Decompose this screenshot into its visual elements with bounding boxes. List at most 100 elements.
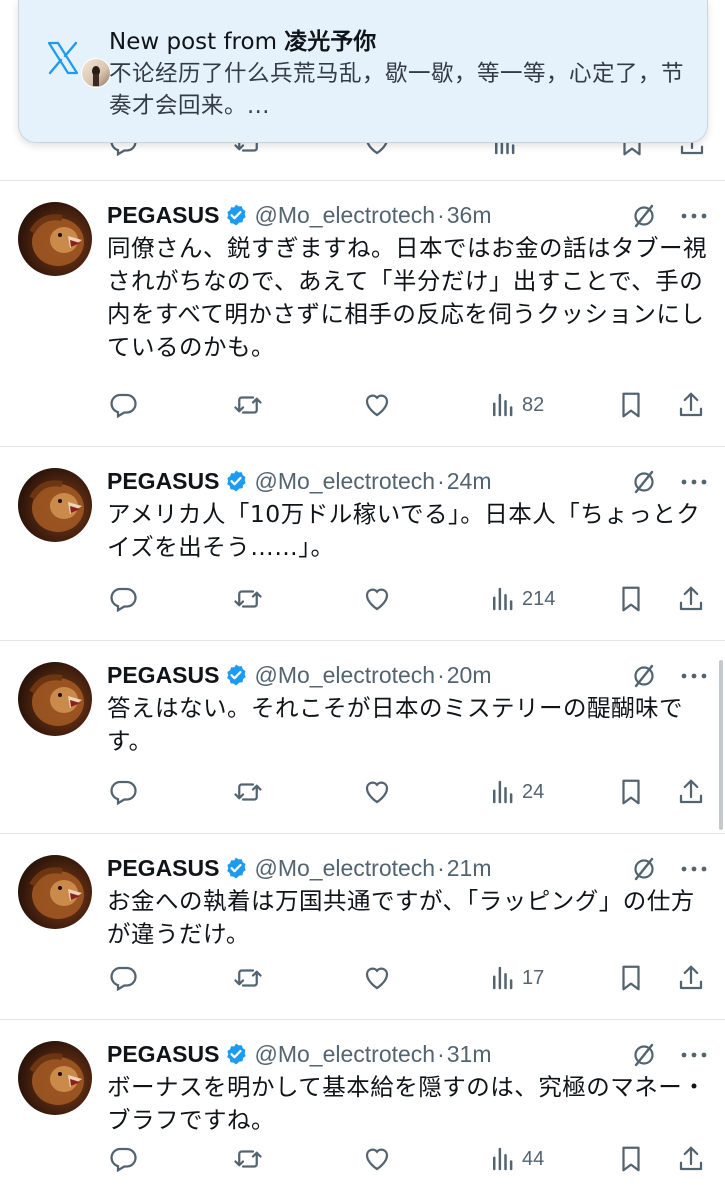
like-button[interactable] xyxy=(362,582,392,616)
post[interactable]: PEGASUS @Mo_electrotech · 36m 同僚さん、鋭すぎます… xyxy=(0,180,725,446)
repost-icon xyxy=(234,590,262,608)
repost-icon xyxy=(234,396,262,414)
like-icon xyxy=(365,1148,389,1171)
bookmark-icon xyxy=(622,1146,640,1172)
display-name[interactable]: PEGASUS xyxy=(107,468,219,495)
more-icon[interactable] xyxy=(678,855,710,883)
views-button[interactable]: 24 xyxy=(488,775,544,809)
post-time[interactable]: 24m xyxy=(447,468,492,495)
repost-button[interactable] xyxy=(233,582,263,616)
post-actions: 44 xyxy=(0,1142,725,1176)
more-icon[interactable] xyxy=(678,468,710,496)
user-handle[interactable]: @Mo_electrotech xyxy=(254,202,435,229)
avatar[interactable] xyxy=(18,202,92,276)
repost-button[interactable] xyxy=(233,775,263,809)
post[interactable]: PEGASUS @Mo_electrotech · 31m ボーナスを明かして基… xyxy=(0,1019,725,1200)
user-handle[interactable]: @Mo_electrotech xyxy=(254,855,435,882)
share-button[interactable] xyxy=(676,1142,706,1176)
repost-button[interactable] xyxy=(233,1142,263,1176)
like-button[interactable] xyxy=(362,775,392,809)
verified-badge-icon xyxy=(227,857,247,879)
user-handle[interactable]: @Mo_electrotech xyxy=(254,468,435,495)
share-icon xyxy=(679,1146,703,1171)
post[interactable]: PEGASUS @Mo_electrotech · 24m アメリカ人「10万ド… xyxy=(0,446,725,640)
post[interactable]: PEGASUS @Mo_electrotech · 21m お金への執着は万国共… xyxy=(0,833,725,1019)
grok-icon[interactable] xyxy=(630,662,658,690)
post-header: PEGASUS @Mo_electrotech · 21m xyxy=(107,851,492,885)
avatar[interactable] xyxy=(18,468,92,542)
display-name[interactable]: PEGASUS xyxy=(107,202,219,229)
bookmark-button[interactable] xyxy=(616,388,646,422)
views-button[interactable]: 214 xyxy=(488,582,555,616)
like-button[interactable] xyxy=(362,1142,392,1176)
display-name[interactable]: PEGASUS xyxy=(107,662,219,689)
bookmark-button[interactable] xyxy=(616,582,646,616)
separator-dot: · xyxy=(437,1040,445,1067)
views-button[interactable]: 82 xyxy=(488,388,544,422)
user-handle[interactable]: @Mo_electrotech xyxy=(254,662,435,689)
reply-icon xyxy=(110,966,137,992)
verified-badge-icon xyxy=(227,1043,247,1065)
repost-button[interactable] xyxy=(233,961,263,995)
like-icon xyxy=(365,967,389,990)
post-time[interactable]: 36m xyxy=(447,202,492,229)
reply-button[interactable] xyxy=(108,388,138,422)
reply-button[interactable] xyxy=(108,582,138,616)
reply-icon xyxy=(110,393,137,419)
views-icon xyxy=(493,966,513,990)
display-name[interactable]: PEGASUS xyxy=(107,855,219,882)
like-button[interactable] xyxy=(362,961,392,995)
post-actions: 24 xyxy=(0,775,725,809)
repost-button[interactable] xyxy=(233,388,263,422)
share-button[interactable] xyxy=(676,775,706,809)
display-name[interactable]: PEGASUS xyxy=(107,1041,219,1068)
share-icon xyxy=(679,965,703,990)
timeline-feed: PEGASUS @Mo_electrotech · 36m 同僚さん、鋭すぎます… xyxy=(0,0,725,1200)
post-header: PEGASUS @Mo_electrotech · 31m xyxy=(107,1037,492,1071)
like-icon xyxy=(365,394,389,417)
bookmark-button[interactable] xyxy=(616,961,646,995)
views-count: 82 xyxy=(522,393,545,416)
more-icon[interactable] xyxy=(678,1041,710,1069)
x-logo-icon xyxy=(47,41,79,75)
post-actions: 17 xyxy=(0,961,725,995)
user-handle[interactable]: @Mo_electrotech xyxy=(254,1041,435,1068)
grok-icon[interactable] xyxy=(630,1041,658,1069)
views-count: 17 xyxy=(522,966,545,989)
post-time[interactable]: 21m xyxy=(447,855,492,882)
grok-icon[interactable] xyxy=(630,855,658,883)
separator-dot: · xyxy=(437,854,445,881)
post-header: PEGASUS @Mo_electrotech · 36m xyxy=(107,198,492,232)
scrollbar[interactable] xyxy=(719,660,723,830)
reply-icon xyxy=(110,1147,137,1173)
new-post-notification[interactable]: New post from 凌光予你 不论经历了什么兵荒马乱，歇一歇，等一等，心… xyxy=(18,0,708,143)
post-header: PEGASUS @Mo_electrotech · 24m xyxy=(107,464,492,498)
bookmark-button[interactable] xyxy=(616,1142,646,1176)
share-button[interactable] xyxy=(676,582,706,616)
avatar[interactable] xyxy=(18,855,92,929)
separator-dot: · xyxy=(437,467,445,494)
views-button[interactable]: 17 xyxy=(488,961,544,995)
share-icon xyxy=(679,392,703,417)
reply-button[interactable] xyxy=(108,1142,138,1176)
verified-badge-icon xyxy=(227,664,247,686)
grok-icon[interactable] xyxy=(630,202,658,230)
post[interactable]: PEGASUS @Mo_electrotech · 20m 答えはない。それこそ… xyxy=(0,640,725,833)
reply-button[interactable] xyxy=(108,775,138,809)
reply-button[interactable] xyxy=(108,961,138,995)
grok-icon[interactable] xyxy=(630,468,658,496)
views-button[interactable]: 44 xyxy=(488,1142,544,1176)
more-icon[interactable] xyxy=(678,202,710,230)
more-icon[interactable] xyxy=(678,662,710,690)
share-button[interactable] xyxy=(676,961,706,995)
avatar[interactable] xyxy=(18,662,92,736)
share-button[interactable] xyxy=(676,388,706,422)
post-time[interactable]: 31m xyxy=(447,1041,492,1068)
bookmark-button[interactable] xyxy=(616,775,646,809)
post-text: ボーナスを明かして基本給を隠すのは、究極のマネー・ブラフですね。 xyxy=(107,1073,707,1134)
post-actions: 82 xyxy=(0,388,725,422)
avatar[interactable] xyxy=(18,1041,92,1115)
views-icon xyxy=(493,780,513,804)
post-time[interactable]: 20m xyxy=(447,662,492,689)
like-button[interactable] xyxy=(362,388,392,422)
